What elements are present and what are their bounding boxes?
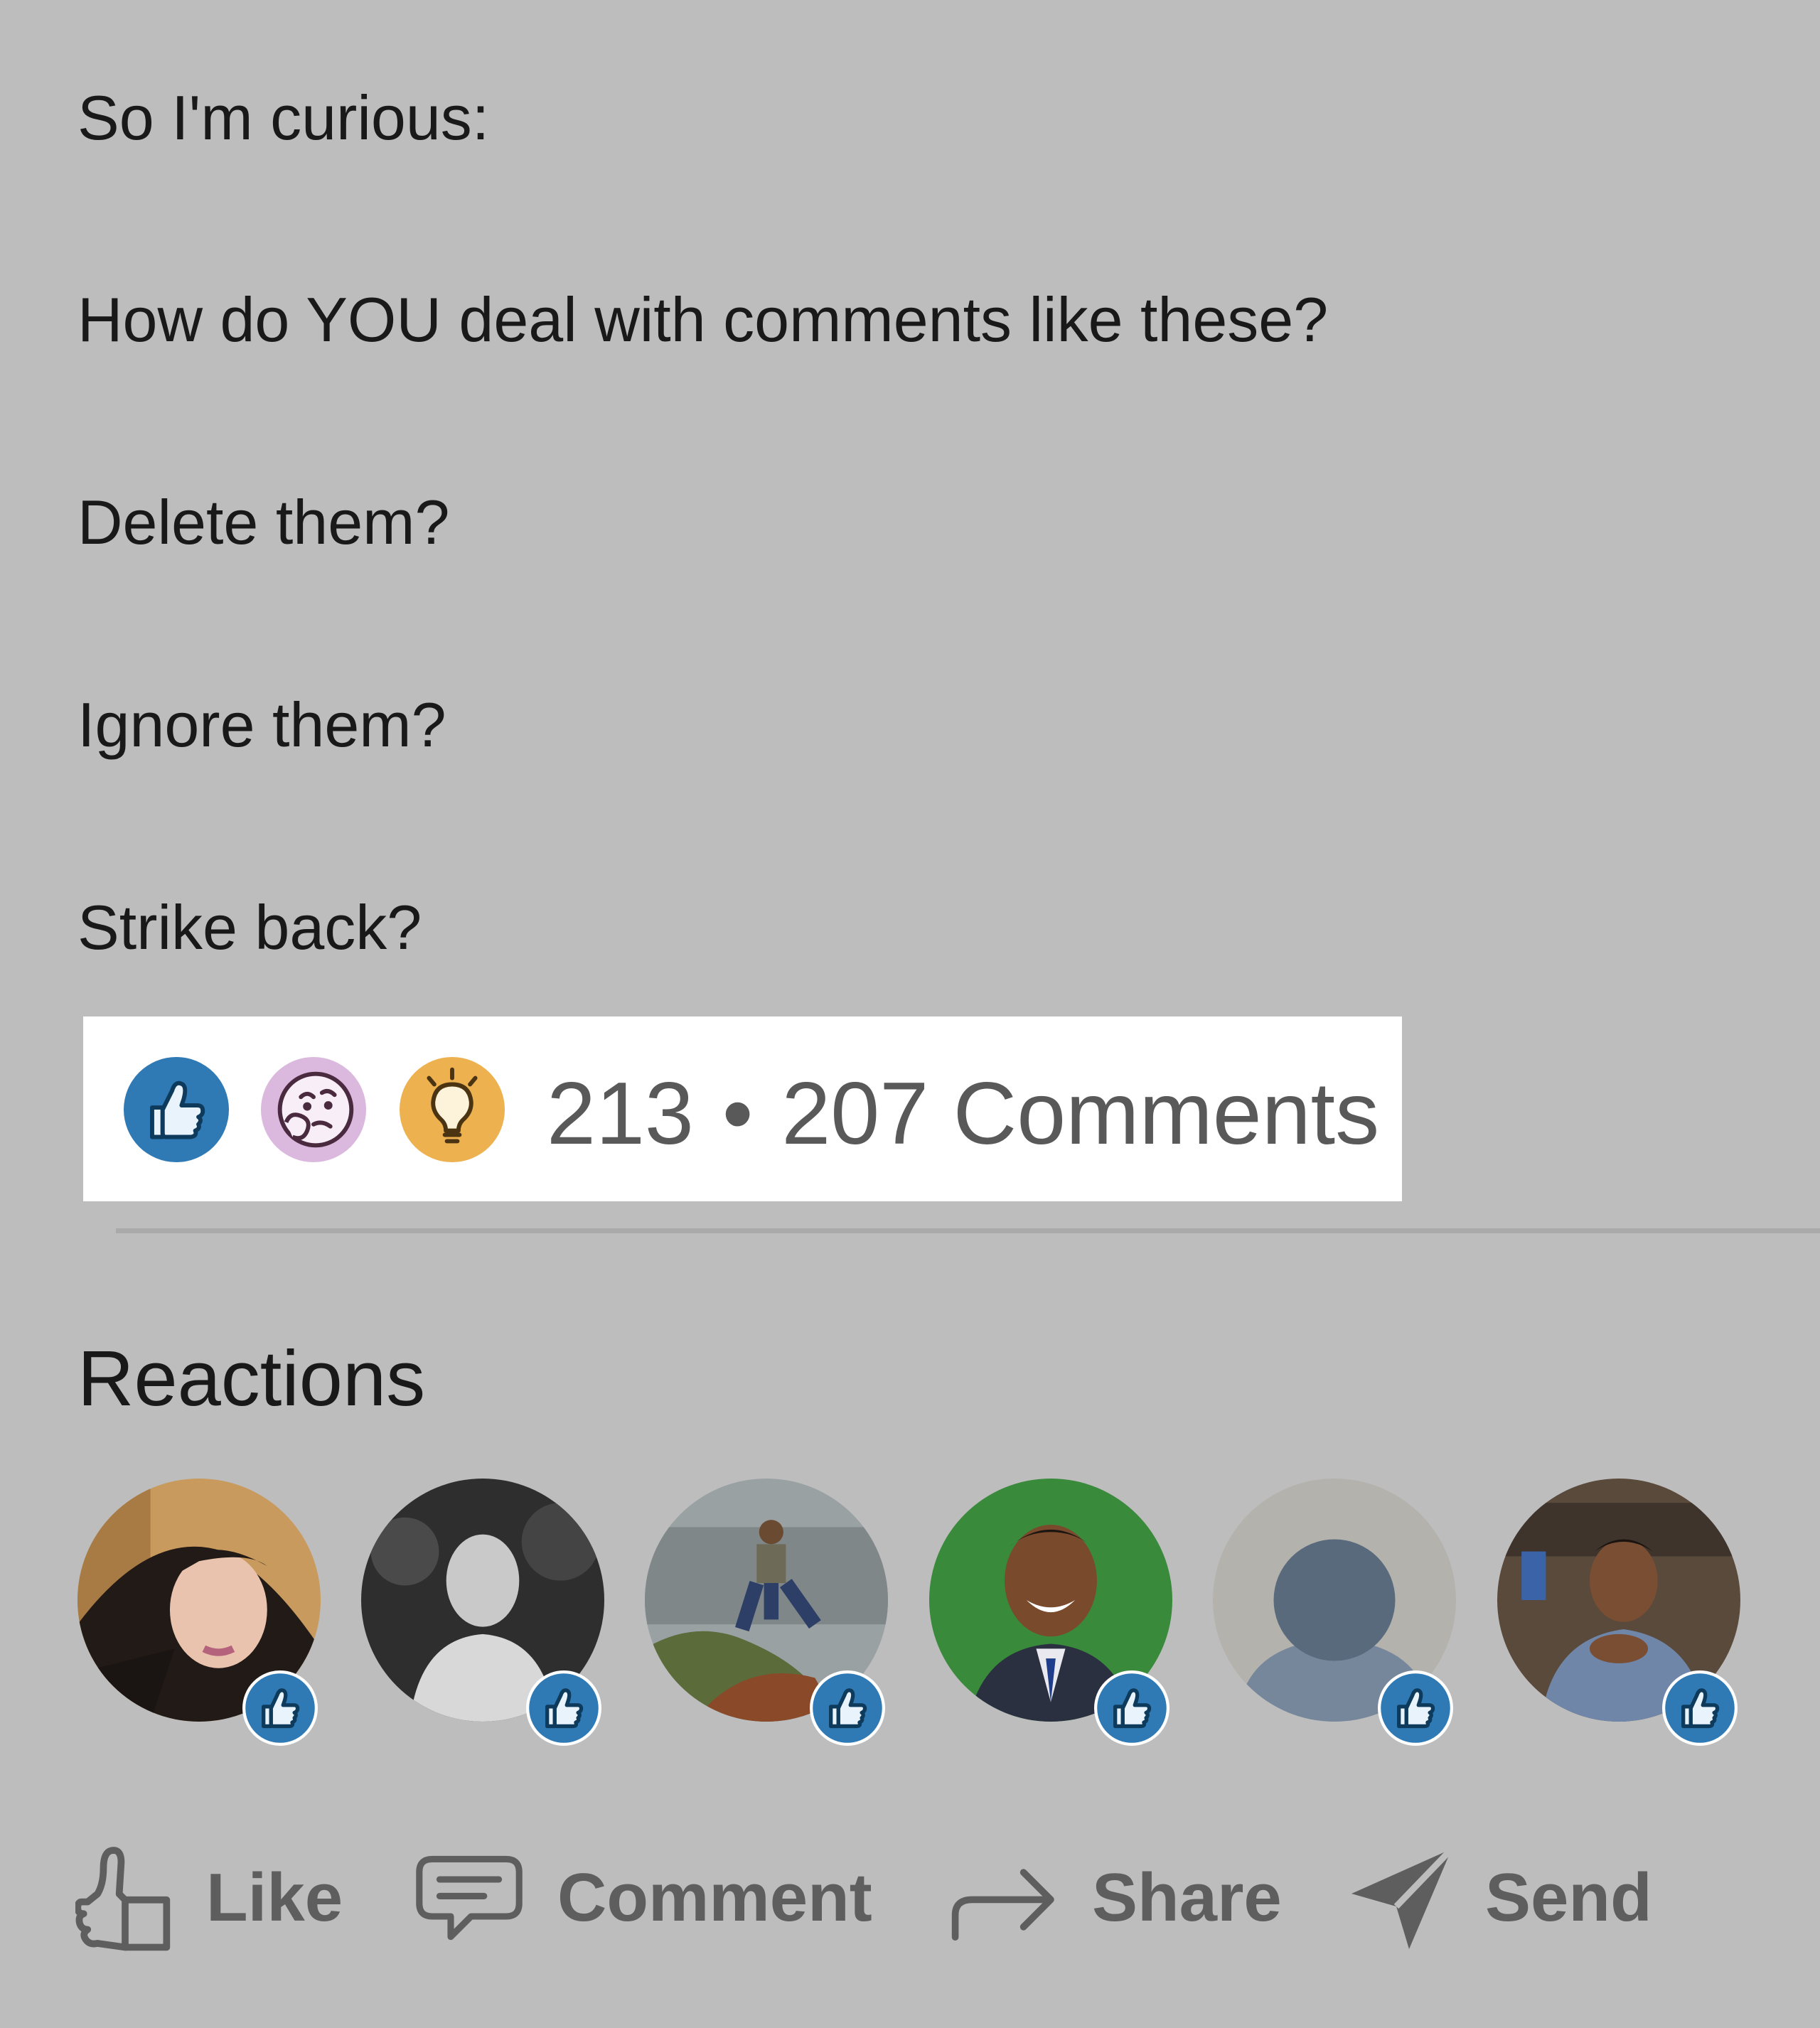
send-label: Send (1485, 1860, 1652, 1936)
user-avatar-man-seaside[interactable] (645, 1479, 888, 1746)
like-label: Like (206, 1860, 343, 1936)
like-icon (810, 1670, 885, 1746)
post-line: Ignore them? (77, 690, 446, 760)
post-line: Strike back? (77, 892, 422, 962)
like-icon (1094, 1670, 1169, 1746)
social-counts-bar[interactable]: 213 • 207 Comments (83, 1016, 1402, 1201)
social-counts-text: 213 • 207 Comments (547, 1068, 1379, 1160)
like-button[interactable]: Like (75, 1827, 343, 1969)
post-line: How do YOU deal with comments like these… (77, 284, 1329, 355)
separator-dot: • (722, 1065, 754, 1163)
user-avatar-placeholder[interactable] (1213, 1479, 1456, 1746)
send-icon (1351, 1846, 1454, 1949)
like-icon (526, 1670, 601, 1746)
share-button[interactable]: Share (947, 1827, 1282, 1969)
share-label: Share (1092, 1860, 1282, 1936)
like-icon (242, 1670, 318, 1746)
like-icon (1378, 1670, 1453, 1746)
comment-icon (416, 1855, 523, 1941)
post-line: Delete them? (77, 487, 450, 557)
reactions-count[interactable]: 213 (547, 1065, 694, 1163)
curious-icon (261, 1057, 366, 1162)
user-avatar-man-grayscale[interactable] (361, 1479, 604, 1746)
send-button[interactable]: Send (1347, 1827, 1652, 1969)
comment-button[interactable]: Comment (412, 1827, 872, 1969)
user-avatar-man-green-bg[interactable] (929, 1479, 1172, 1746)
divider (116, 1228, 1820, 1233)
like-icon (1662, 1670, 1738, 1746)
reactor-avatars (0, 1479, 1820, 1749)
like-icon (124, 1057, 229, 1162)
user-avatar-man-office[interactable] (1497, 1479, 1740, 1746)
comments-count[interactable]: 207 Comments (781, 1065, 1379, 1163)
share-icon (951, 1869, 1054, 1941)
post-actions-bar: Like Comment Share Send (0, 1827, 1820, 1969)
reactions-heading: Reactions (77, 1335, 426, 1422)
comment-label: Comment (557, 1860, 872, 1936)
thumbs-up-icon (75, 1847, 171, 1951)
post-line: So I'm curious: (77, 82, 490, 153)
user-avatar-woman[interactable] (77, 1479, 321, 1746)
insightful-icon (400, 1057, 505, 1162)
